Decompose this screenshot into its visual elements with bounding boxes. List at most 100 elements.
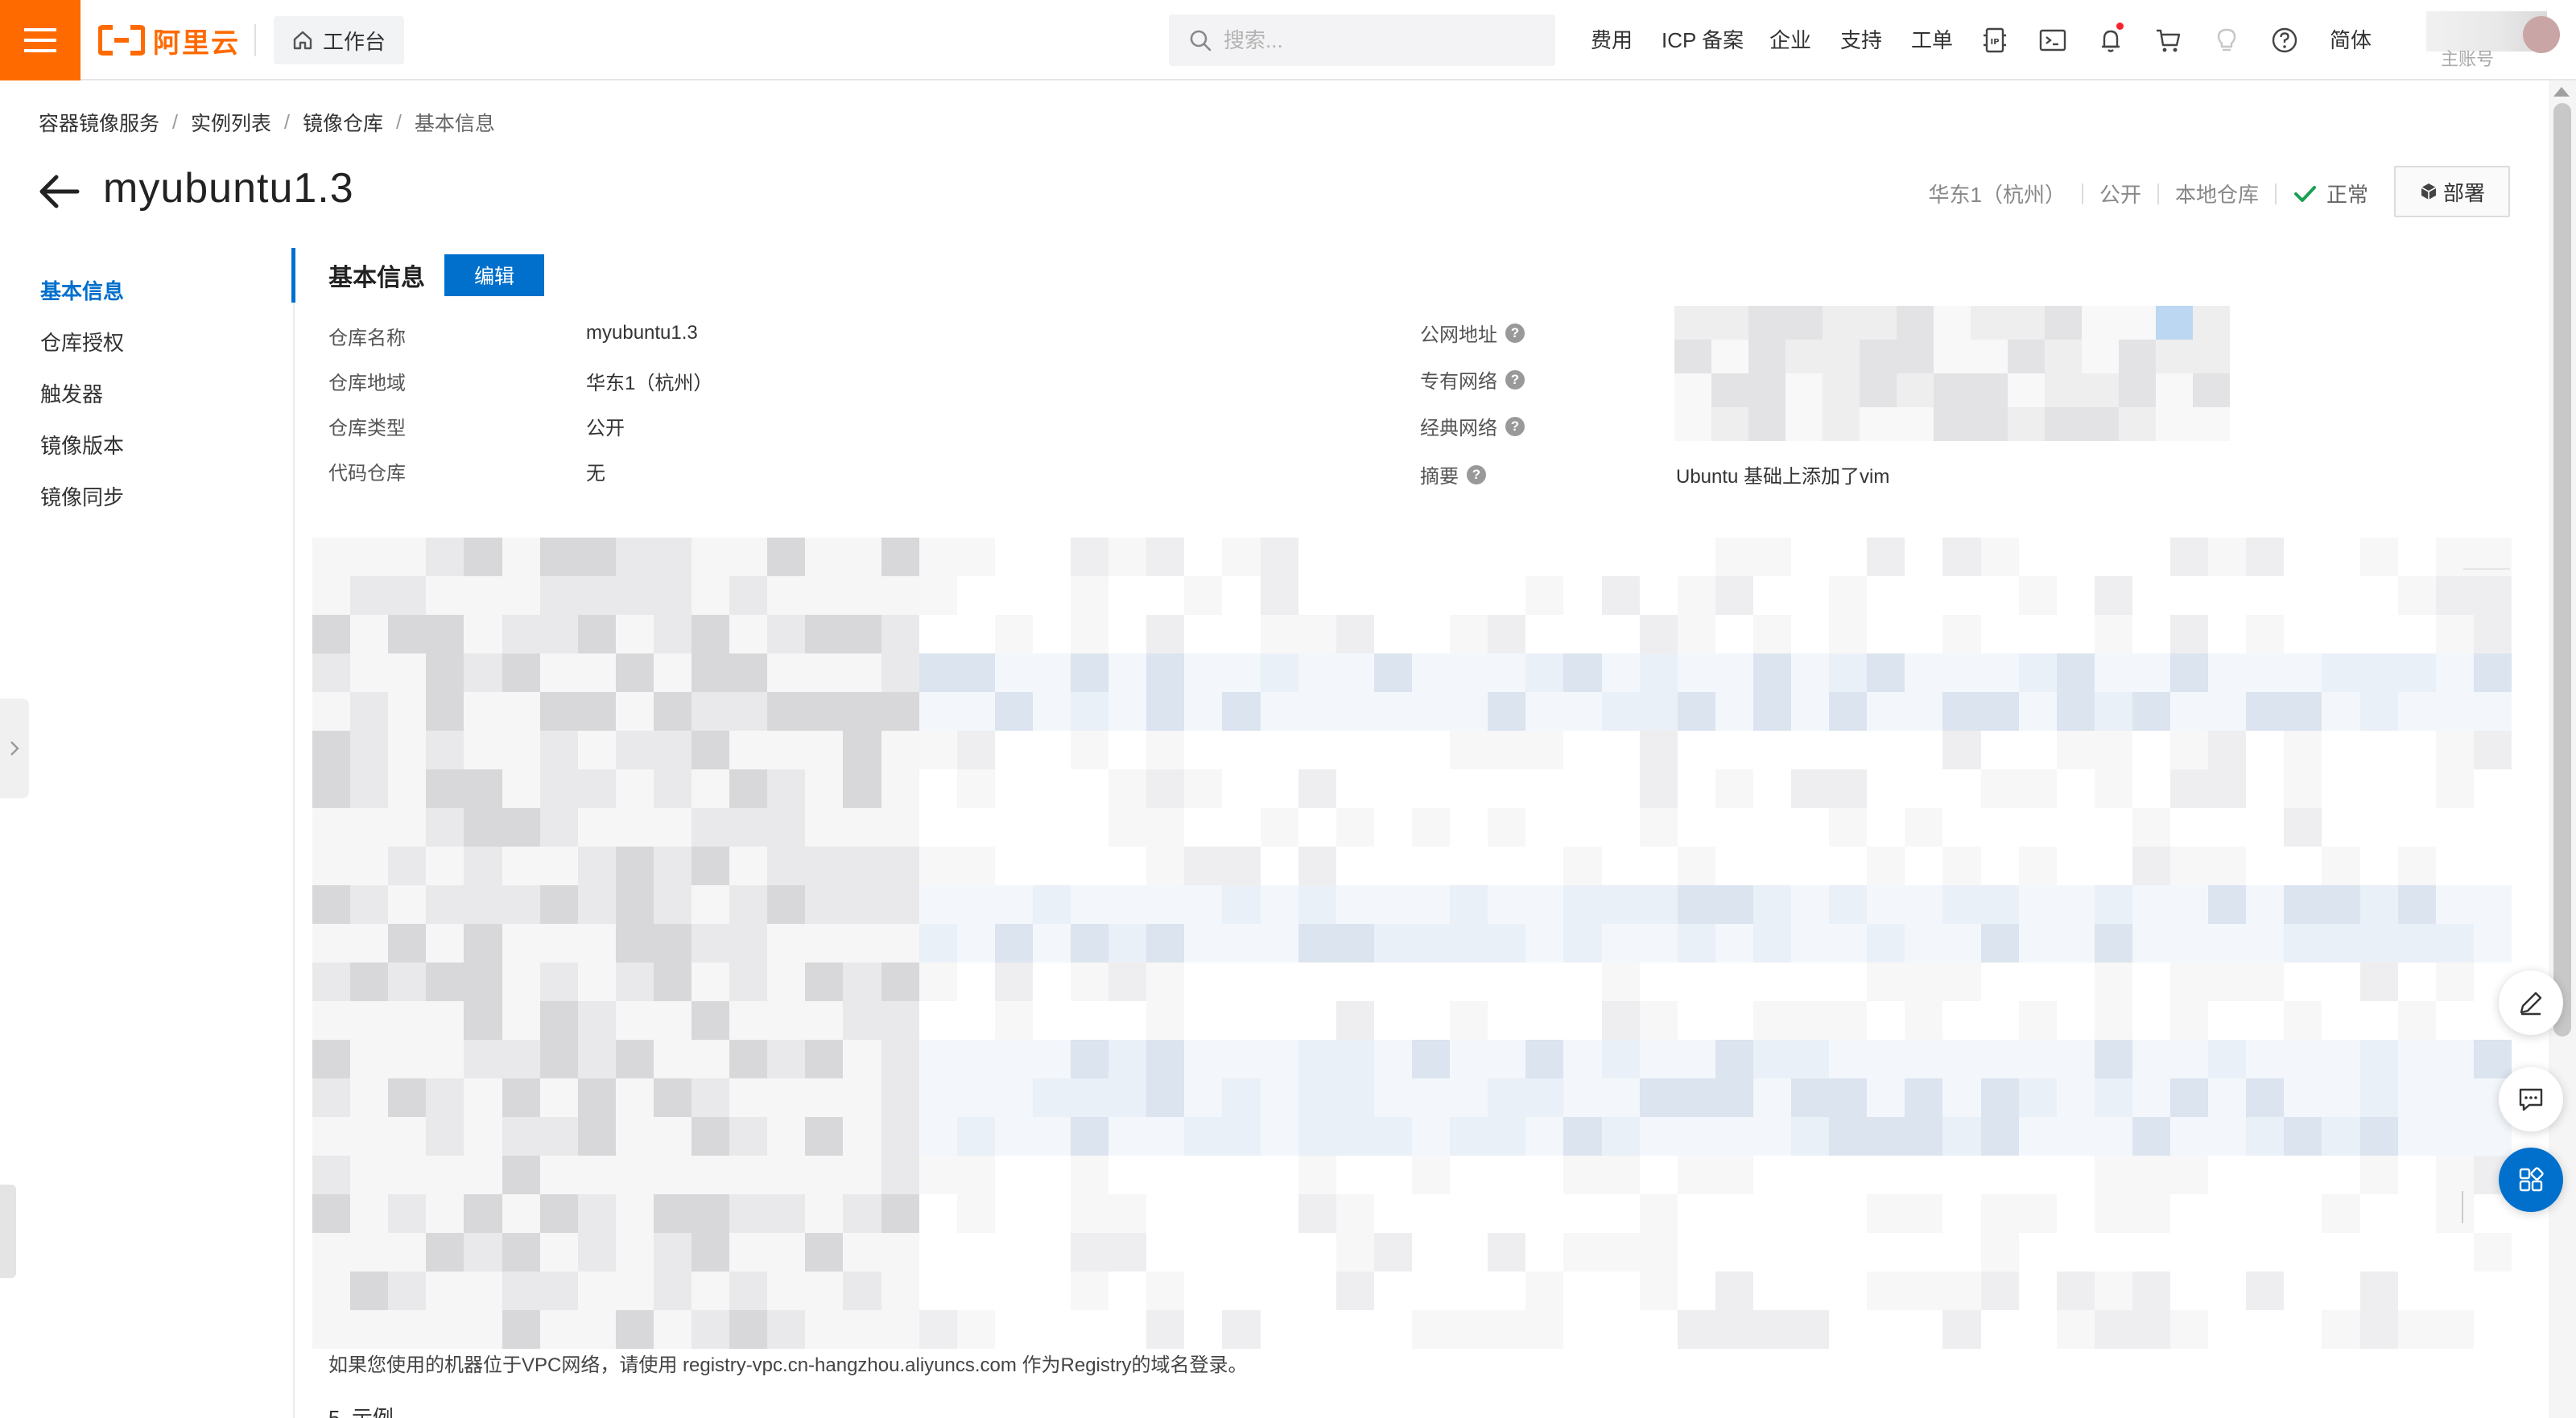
expand-sidebar-handle[interactable]: [0, 699, 29, 798]
back-arrow-icon[interactable]: [37, 174, 80, 209]
breadcrumb-item-instances[interactable]: 实例列表: [191, 108, 271, 137]
mosaic-cell: [2156, 407, 2193, 441]
mosaic-cell: [1601, 692, 1640, 731]
nav-ticket[interactable]: 工单: [1911, 24, 1953, 54]
side-item-authorization[interactable]: 仓库授权: [40, 315, 282, 367]
mosaic-cell: [1335, 1001, 1374, 1040]
mosaic-cell: [1411, 1310, 1451, 1349]
mosaic-cell: [1752, 692, 1792, 731]
scroll-up-arrow-icon[interactable]: [2553, 87, 2570, 97]
mosaic-cell: [2056, 653, 2095, 692]
mosaic-cell: [2156, 373, 2193, 407]
mosaic-cell: [1373, 1310, 1412, 1349]
mosaic-cell: [2008, 306, 2045, 340]
help-icon[interactable]: ?: [1467, 464, 1486, 484]
nav-lightbulb-button[interactable]: [2211, 24, 2243, 56]
help-icon[interactable]: ?: [1505, 323, 1525, 343]
apps-grid-button[interactable]: [2499, 1148, 2563, 1212]
mosaic-cell: [1867, 1156, 1905, 1194]
menu-hamburger-button[interactable]: [0, 0, 80, 80]
nav-language-switch[interactable]: 简体: [2330, 24, 2372, 54]
side-item-triggers[interactable]: 触发器: [40, 367, 282, 418]
divider-line: [2462, 1191, 2463, 1223]
mosaic-cell: [2359, 1001, 2398, 1040]
mosaic-cell: [2435, 963, 2474, 1001]
mosaic-cell: [1260, 769, 1298, 808]
mosaic-cell: [956, 538, 995, 576]
help-icon[interactable]: ?: [1505, 369, 1525, 390]
mosaic-cell: [388, 769, 427, 808]
mosaic-cell: [1752, 1194, 1792, 1233]
mosaic-cell: [615, 1040, 654, 1078]
scrollbar-thumb[interactable]: [2553, 103, 2571, 1037]
mosaic-cell: [2397, 1078, 2436, 1117]
mosaic-cell: [1450, 1117, 1488, 1156]
mosaic-cell: [1867, 1040, 1905, 1078]
aliyun-logo[interactable]: 阿里云: [98, 21, 240, 60]
mosaic-cell: [1639, 1117, 1678, 1156]
mosaic-cell: [615, 1117, 654, 1156]
mosaic-cell: [502, 1117, 540, 1156]
global-search[interactable]: [1169, 14, 1555, 66]
hamburger-icon: [24, 28, 56, 52]
mosaic-cell: [388, 1272, 427, 1310]
mosaic-cell: [1488, 692, 1526, 731]
mosaic-cell: [1639, 963, 1678, 1001]
mosaic-cell: [539, 576, 578, 615]
mosaic-cell: [1450, 1194, 1488, 1233]
search-input[interactable]: [1224, 27, 1530, 53]
mosaic-cell: [1411, 847, 1451, 885]
edit-button[interactable]: 编辑: [444, 254, 544, 296]
nav-support[interactable]: 支持: [1840, 24, 1882, 54]
mosaic-cell: [464, 1040, 502, 1078]
mosaic-cell: [615, 963, 654, 1001]
mosaic-cell: [1785, 407, 1823, 441]
mosaic-cell: [1905, 538, 1943, 576]
mosaic-cell: [2018, 1233, 2057, 1272]
mosaic-cell: [1563, 1156, 1602, 1194]
mosaic-cell: [1829, 1233, 1868, 1272]
mosaic-cell: [1032, 692, 1071, 731]
nav-icp[interactable]: ICP 备案: [1662, 24, 1744, 54]
mosaic-cell: [2008, 373, 2045, 407]
mosaic-cell: [1450, 692, 1488, 731]
mosaic-cell: [2208, 1233, 2247, 1272]
mosaic-cell: [2056, 1156, 2095, 1194]
nav-help-button[interactable]: [2268, 24, 2301, 56]
chat-button[interactable]: [2499, 1067, 2563, 1132]
side-item-image-versions[interactable]: 镜像版本: [40, 418, 282, 470]
mosaic-cell: [426, 1001, 464, 1040]
mosaic-cell: [350, 1272, 389, 1310]
mosaic-cell: [956, 692, 995, 731]
account-menu[interactable]: 主账号: [2402, 5, 2560, 69]
mosaic-cell: [1146, 1272, 1185, 1310]
side-item-image-sync[interactable]: 镜像同步: [40, 470, 282, 521]
mosaic-cell: [1146, 731, 1185, 769]
mosaic-cell: [1525, 538, 1564, 576]
nav-notifications-button[interactable]: [2095, 23, 2127, 56]
field-label-text: 经典网络: [1420, 418, 1497, 439]
nav-fees[interactable]: 费用: [1591, 24, 1633, 54]
nav-terminal-button[interactable]: [2037, 24, 2069, 56]
nav-icp-filing-button[interactable]: IP: [1979, 24, 2011, 56]
mosaic-cell: [1071, 1272, 1109, 1310]
mosaic-cell: [2322, 769, 2360, 808]
mosaic-cell: [1867, 1078, 1905, 1117]
breadcrumb-item-repos[interactable]: 镜像仓库: [303, 108, 383, 137]
nav-enterprise[interactable]: 企业: [1769, 24, 1811, 54]
mosaic-cell: [1942, 615, 1981, 653]
mosaic-cell: [2170, 1156, 2209, 1194]
nav-cart-button[interactable]: [2153, 24, 2185, 56]
feedback-edit-button[interactable]: [2499, 971, 2563, 1035]
mosaic-cell: [2170, 653, 2209, 692]
mosaic-cell: [1298, 1194, 1336, 1233]
side-item-basic-info[interactable]: 基本信息: [40, 264, 282, 315]
breadcrumb-item-acr[interactable]: 容器镜像服务: [39, 108, 159, 137]
workbench-button[interactable]: 工作台: [274, 16, 404, 64]
left-edge-tab[interactable]: [0, 1185, 16, 1278]
help-icon[interactable]: ?: [1505, 416, 1525, 436]
mosaic-cell: [426, 1040, 464, 1078]
mosaic-cell: [1032, 808, 1071, 847]
deploy-button[interactable]: 部署: [2394, 166, 2510, 217]
mosaic-cell: [1829, 615, 1868, 653]
